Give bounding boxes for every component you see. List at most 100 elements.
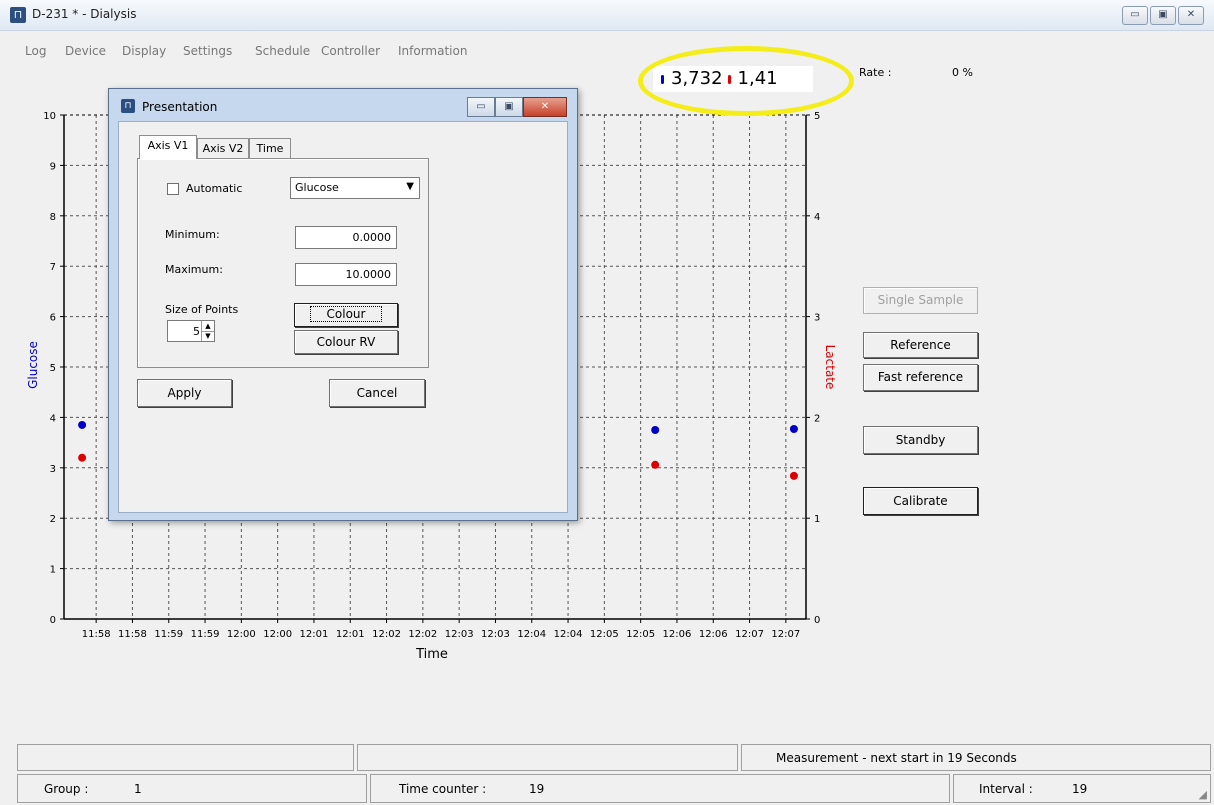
y-tick-label-left: 8: [50, 212, 56, 223]
minimize-icon[interactable]: ▭: [467, 97, 495, 117]
time-counter-label: Time counter :: [399, 782, 487, 796]
x-tick-label: 12:00: [227, 629, 256, 640]
time-counter-value: 19: [529, 782, 545, 796]
tab-panel-axis-v1: Automatic Glucose ▼ Minimum: 0.0000 Maxi…: [137, 158, 429, 368]
size-of-points-label: Size of Points: [165, 303, 239, 316]
glucose-data-point: [789, 424, 798, 433]
standby-button[interactable]: Standby: [863, 426, 978, 454]
single-sample-button[interactable]: Single Sample: [863, 287, 978, 314]
group-value: 1: [134, 782, 142, 796]
y-tick-label-left: 7: [50, 262, 56, 273]
interval-value: 19: [1072, 782, 1088, 796]
y-tick-label-right: 1: [814, 514, 820, 525]
lactate-data-point: [78, 453, 87, 462]
x-tick-label: 12:01: [336, 629, 365, 640]
colour-button[interactable]: Colour: [294, 303, 398, 327]
x-tick-label: 12:02: [372, 629, 401, 640]
status-panel-1: [17, 744, 354, 771]
group-label: Group :: [44, 782, 89, 796]
status-bar: Measurement - next start in 19 Seconds G…: [0, 741, 1214, 805]
calibrate-button[interactable]: Calibrate: [863, 487, 978, 515]
glucose-data-point: [651, 426, 660, 434]
x-tick-label: 12:03: [445, 629, 474, 640]
size-of-points-stepper[interactable]: 5 ▲ ▼: [167, 320, 215, 342]
y-tick-label-right: 5: [814, 111, 820, 122]
x-tick-label: 12:06: [699, 629, 728, 640]
size-of-points-value: 5: [193, 325, 200, 338]
automatic-label: Automatic: [186, 182, 243, 195]
y-tick-label-right: 3: [814, 313, 820, 324]
y-tick-label-left: 1: [50, 565, 56, 576]
tab-axis-v1[interactable]: Axis V1: [139, 135, 197, 159]
status-panel-interval: Interval : 19 ◢: [953, 774, 1211, 803]
automatic-checkbox[interactable]: [167, 183, 179, 195]
x-tick-label: 12:04: [554, 629, 583, 640]
rate-value: 0 %: [952, 66, 973, 79]
tab-axis-v2[interactable]: Axis V2: [197, 138, 249, 158]
x-tick-label: 12:07: [735, 629, 764, 640]
y-tick-label-left: 6: [50, 313, 56, 324]
x-tick-label: 11:58: [118, 629, 147, 640]
resize-grip-icon[interactable]: ◢: [1199, 788, 1207, 801]
x-tick-label: 11:59: [154, 629, 183, 640]
x-tick-label: 12:02: [408, 629, 437, 640]
status-panel-measurement: Measurement - next start in 19 Seconds: [741, 744, 1211, 771]
glucose-data-point: [78, 420, 87, 429]
channel-select-value: Glucose: [295, 181, 339, 194]
x-tick-label: 12:05: [590, 629, 619, 640]
stepper-down-icon[interactable]: ▼: [201, 331, 214, 341]
apply-button[interactable]: Apply: [137, 379, 232, 407]
minimum-label: Minimum:: [165, 228, 220, 241]
y-tick-label-left: 0: [50, 615, 56, 626]
close-icon[interactable]: ✕: [523, 97, 567, 117]
maximum-label: Maximum:: [165, 263, 223, 276]
status-panel-2: [357, 744, 738, 771]
app-icon: ⊓: [121, 99, 135, 113]
cancel-button[interactable]: Cancel: [329, 379, 425, 407]
colour-button-label: Colour: [309, 306, 383, 322]
minimum-input[interactable]: 0.0000: [295, 226, 397, 249]
status-panel-group: Group : 1: [17, 774, 367, 803]
x-tick-label: 12:01: [300, 629, 329, 640]
presentation-dialog: ⊓ Presentation ▭ ▣ ✕ Axis V1 Axis V2 Tim…: [108, 88, 578, 521]
x-tick-label: 12:00: [263, 629, 292, 640]
y-axis-label-right: Lactate: [823, 345, 837, 390]
x-tick-label: 12:05: [626, 629, 655, 640]
dialog-titlebar: ⊓ Presentation ▭ ▣ ✕: [109, 89, 577, 117]
x-tick-label: 12:06: [663, 629, 692, 640]
y-tick-label-left: 9: [50, 161, 56, 172]
x-tick-label: 12:04: [517, 629, 546, 640]
chevron-down-icon[interactable]: ▼: [406, 181, 414, 192]
interval-label: Interval :: [979, 782, 1033, 796]
lactate-data-point: [651, 460, 660, 469]
tab-time[interactable]: Time: [249, 138, 291, 158]
measurement-status: Measurement - next start in 19 Seconds: [776, 751, 1017, 765]
y-tick-label-left: 5: [50, 363, 56, 374]
y-tick-label-right: 0: [814, 615, 820, 626]
y-tick-label-left: 4: [50, 413, 56, 424]
colour-rv-button[interactable]: Colour RV: [294, 330, 398, 354]
lactate-data-point: [789, 471, 798, 480]
y-tick-label-left: 2: [50, 514, 56, 525]
dialog-client-area: Axis V1 Axis V2 Time Automatic Glucose ▼…: [118, 121, 568, 513]
dialog-title: Presentation: [142, 100, 218, 114]
highlight-ring: [638, 46, 854, 116]
status-panel-time-counter: Time counter : 19: [370, 774, 950, 803]
x-axis-label: Time: [415, 647, 448, 662]
fast-reference-button[interactable]: Fast reference: [863, 364, 978, 391]
y-axis-label-left: Glucose: [26, 341, 40, 389]
y-tick-label-right: 4: [814, 212, 820, 223]
channel-select[interactable]: Glucose ▼: [290, 177, 420, 199]
dialog-window-controls: ▭ ▣ ✕: [467, 97, 567, 117]
x-tick-label: 12:03: [481, 629, 510, 640]
y-tick-label-left: 10: [43, 111, 56, 122]
reference-button[interactable]: Reference: [863, 332, 978, 358]
x-tick-label: 12:07: [771, 629, 800, 640]
y-tick-label-left: 3: [50, 464, 56, 475]
maximize-icon[interactable]: ▣: [495, 97, 523, 117]
maximum-input[interactable]: 10.0000: [295, 263, 397, 286]
y-tick-label-right: 2: [814, 413, 820, 424]
x-tick-label: 11:58: [82, 629, 111, 640]
rate-label: Rate :: [859, 66, 892, 79]
x-tick-label: 11:59: [191, 629, 220, 640]
